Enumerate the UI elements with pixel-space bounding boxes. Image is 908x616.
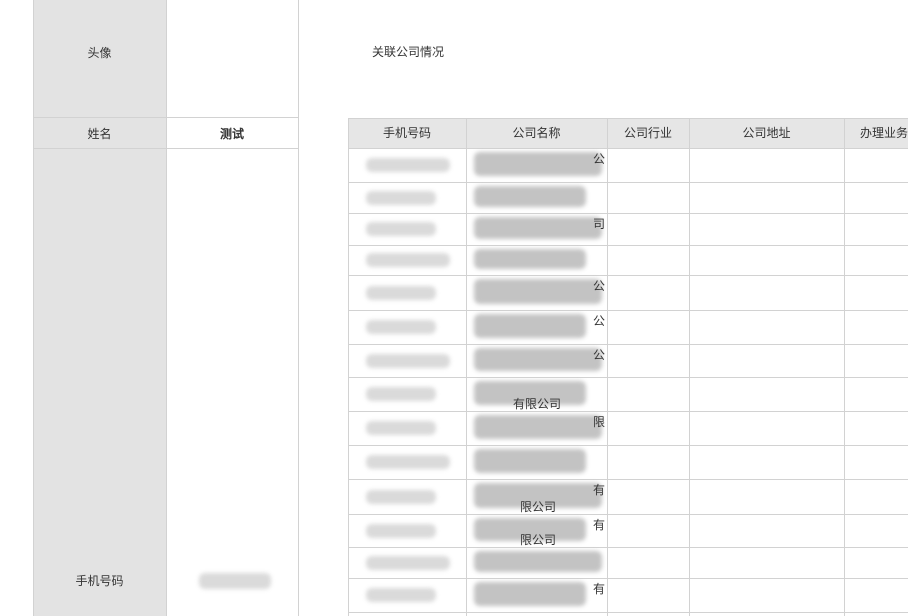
table-row[interactable]: 司: [348, 213, 908, 245]
company-name-fragment: 限: [593, 415, 606, 429]
company-name-redacted: [474, 279, 602, 304]
company-name-redacted: [474, 152, 602, 176]
column-header[interactable]: 公司名称: [466, 118, 607, 148]
phone-redacted: [366, 588, 436, 602]
table-row[interactable]: 限: [348, 411, 908, 445]
column-header[interactable]: 办理业务: [860, 118, 908, 148]
phone-redacted: [366, 421, 436, 435]
avatar-label: 头像: [87, 45, 112, 60]
table-row[interactable]: 公: [348, 148, 908, 182]
profile-divider: [166, 0, 167, 616]
phone-redacted: [366, 354, 450, 368]
company-name-redacted: [474, 249, 586, 269]
phone-redacted: [366, 222, 436, 236]
company-name-fragment: 公: [593, 152, 606, 166]
company-name-redacted: [474, 314, 586, 338]
company-name-fragment: 公: [593, 314, 606, 328]
phone-redacted: [366, 556, 450, 570]
company-name-fragment: 限公司: [520, 500, 557, 514]
table-row[interactable]: [348, 445, 908, 479]
company-name-redacted: [474, 449, 586, 473]
table-row[interactable]: 公: [348, 344, 908, 377]
table-row[interactable]: 有: [348, 578, 908, 612]
company-name-fragment: 有: [593, 483, 606, 497]
column-header[interactable]: 公司地址: [689, 118, 844, 148]
phone-redacted: [366, 253, 450, 267]
avatar[interactable]: [166, 0, 298, 117]
company-name-redacted: [474, 415, 602, 439]
company-name-redacted: [474, 186, 586, 207]
column-header[interactable]: 手机号码: [348, 118, 466, 148]
phone-redacted: [366, 158, 450, 172]
company-name-fragment: 公: [593, 279, 606, 293]
phone-redacted: [366, 455, 450, 469]
table-row[interactable]: 有限公司: [348, 479, 908, 514]
company-name-redacted: [474, 217, 602, 239]
table-row[interactable]: [348, 245, 908, 275]
company-name-fragment: 公: [593, 348, 606, 362]
name-value: 测试: [219, 126, 244, 141]
table-row[interactable]: 有限公司: [348, 514, 908, 547]
company-name-fragment: 有: [593, 582, 606, 596]
phone-redacted: [366, 286, 436, 300]
company-name-redacted: [474, 551, 602, 572]
company-name-fragment: 司: [593, 217, 606, 231]
phone-redacted: [366, 191, 436, 205]
table-row[interactable]: [348, 547, 908, 578]
phone-redacted: [366, 387, 436, 401]
phone-value-redacted: [199, 573, 271, 589]
company-name-fragment: 有: [593, 518, 606, 532]
profile-divider: [33, 148, 299, 149]
phone-redacted: [366, 524, 436, 538]
table-row[interactable]: 有限公司: [348, 377, 908, 411]
phone-redacted: [366, 490, 436, 504]
section-title: 关联公司情况: [372, 45, 445, 59]
phone-label: 手机号码: [75, 573, 124, 588]
table-row[interactable]: 公: [348, 275, 908, 310]
related-companies-table: 手机号码 公司名称 公司行业 公司地址 办理业务 公司公公公有限公司限有限公司有限公司有: [348, 118, 908, 616]
table-row[interactable]: [348, 182, 908, 213]
company-name-fragment: 有限公司: [513, 397, 562, 411]
company-name-redacted: [474, 348, 602, 371]
column-header[interactable]: 公司行业: [607, 118, 689, 148]
company-name-redacted: [474, 582, 586, 606]
profile-divider: [33, 0, 34, 616]
profile-divider: [298, 0, 299, 616]
name-label: 姓名: [87, 126, 112, 141]
company-name-fragment: 限公司: [520, 533, 557, 547]
table-row[interactable]: 公: [348, 310, 908, 344]
phone-redacted: [366, 320, 436, 334]
profile-divider: [33, 117, 299, 118]
